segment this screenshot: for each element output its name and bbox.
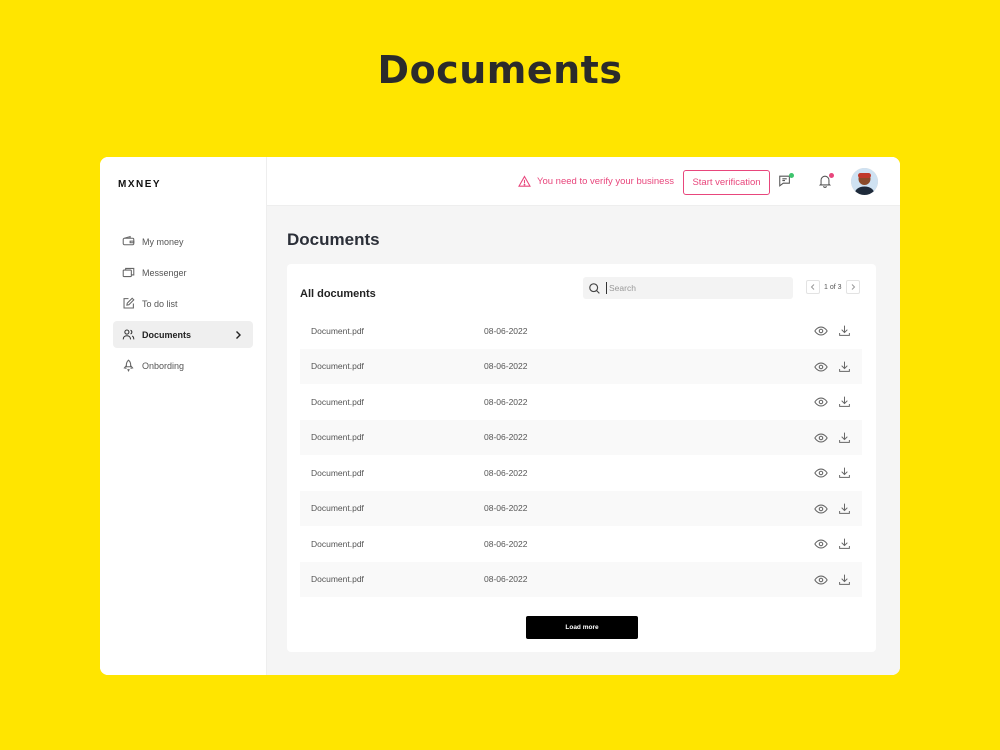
download-icon[interactable] [838,573,851,586]
eye-icon[interactable] [814,324,828,338]
document-date: 08-06-2022 [484,325,528,336]
table-row: Document.pdf 08-06-2022 [300,348,862,384]
rocket-icon [121,359,135,373]
chevron-right-icon [232,328,244,340]
download-icon[interactable] [838,537,851,550]
table-row: Document.pdf 08-06-2022 [300,313,862,349]
document-list: Document.pdf 08-06-2022 Document.pdf 08-… [300,313,862,597]
document-date: 08-06-2022 [484,396,528,407]
eye-icon[interactable] [814,466,828,480]
messages-icon [121,266,135,280]
eye-icon[interactable] [814,502,828,516]
document-name: Document.pdf [311,325,364,336]
online-dot [789,173,794,178]
chevron-right-icon [851,284,855,290]
documents-card: All documents 1 of 3 Document.pdf 08-06-… [287,264,876,652]
document-name: Document.pdf [311,503,364,514]
wallet-icon [121,235,135,249]
warning-text: You need to verify your business [537,176,674,187]
users-icon [121,328,135,342]
sidebar-item-messenger[interactable]: Messenger [113,259,253,286]
warning-icon [518,175,531,187]
document-date: 08-06-2022 [484,361,528,372]
eye-icon[interactable] [814,360,828,374]
download-icon[interactable] [838,360,851,373]
eye-icon[interactable] [814,395,828,409]
table-row: Document.pdf 08-06-2022 [300,490,862,526]
page-indicator: 1 of 3 [824,283,842,291]
load-more-button[interactable]: Load more [526,616,638,639]
notification-dot [829,173,834,178]
download-icon[interactable] [838,466,851,479]
edit-icon [121,297,135,311]
document-name: Document.pdf [311,538,364,549]
card-title: All documents [300,288,376,300]
app-window: MXNEY My money Messenger To do list Docu… [100,157,900,675]
document-name: Document.pdf [311,361,364,372]
table-row: Document.pdf 08-06-2022 [300,561,862,597]
sidebar-item-documents[interactable]: Documents [113,321,253,348]
sidebar-item-label: Onbording [142,360,185,371]
document-date: 08-06-2022 [484,467,528,478]
sidebar-nav: My money Messenger To do list Documents [113,228,253,383]
page-title: Documents [287,230,380,249]
eye-icon[interactable] [814,431,828,445]
sidebar-item-label: My money [142,236,184,247]
prev-page-button[interactable] [806,280,820,294]
document-name: Document.pdf [311,574,364,585]
main-content: You need to verify your business Start v… [267,157,900,675]
hero-title: Documents [377,48,623,92]
document-name: Document.pdf [311,396,364,407]
eye-icon[interactable] [814,537,828,551]
topbar: You need to verify your business Start v… [267,157,900,206]
next-page-button[interactable] [845,280,860,294]
sidebar-item-to-do-list[interactable]: To do list [113,290,253,317]
sidebar-item-my-money[interactable]: My money [113,228,253,255]
search-input[interactable] [606,282,776,294]
document-name: Document.pdf [311,467,364,478]
sidebar-item-onbording[interactable]: Onbording [113,352,253,379]
download-icon[interactable] [838,502,851,515]
eye-icon[interactable] [814,573,828,587]
pagination: 1 of 3 [806,280,860,294]
document-name: Document.pdf [311,432,364,443]
sidebar: MXNEY My money Messenger To do list Docu… [100,157,267,675]
logo: MXNEY [118,179,162,190]
chevron-left-icon [810,284,815,290]
document-date: 08-06-2022 [484,503,528,514]
download-icon[interactable] [838,324,851,337]
document-date: 08-06-2022 [484,432,528,443]
bell-icon[interactable] [818,173,834,190]
sidebar-item-label: Documents [142,329,192,340]
document-date: 08-06-2022 [484,574,528,585]
search-icon [589,282,600,294]
download-icon[interactable] [838,395,851,408]
table-row: Document.pdf 08-06-2022 [300,526,862,562]
download-icon[interactable] [838,431,851,444]
document-date: 08-06-2022 [484,538,528,549]
avatar[interactable] [851,168,878,195]
search-box[interactable] [583,277,793,299]
table-row: Document.pdf 08-06-2022 [300,455,862,491]
chat-icon[interactable] [778,173,794,190]
sidebar-item-label: To do list [142,298,178,309]
verification-warning: You need to verify your business [518,175,674,188]
sidebar-item-label: Messenger [142,267,187,278]
table-row: Document.pdf 08-06-2022 [300,384,862,420]
start-verification-button[interactable]: Start verification [683,170,770,195]
table-row: Document.pdf 08-06-2022 [300,419,862,455]
